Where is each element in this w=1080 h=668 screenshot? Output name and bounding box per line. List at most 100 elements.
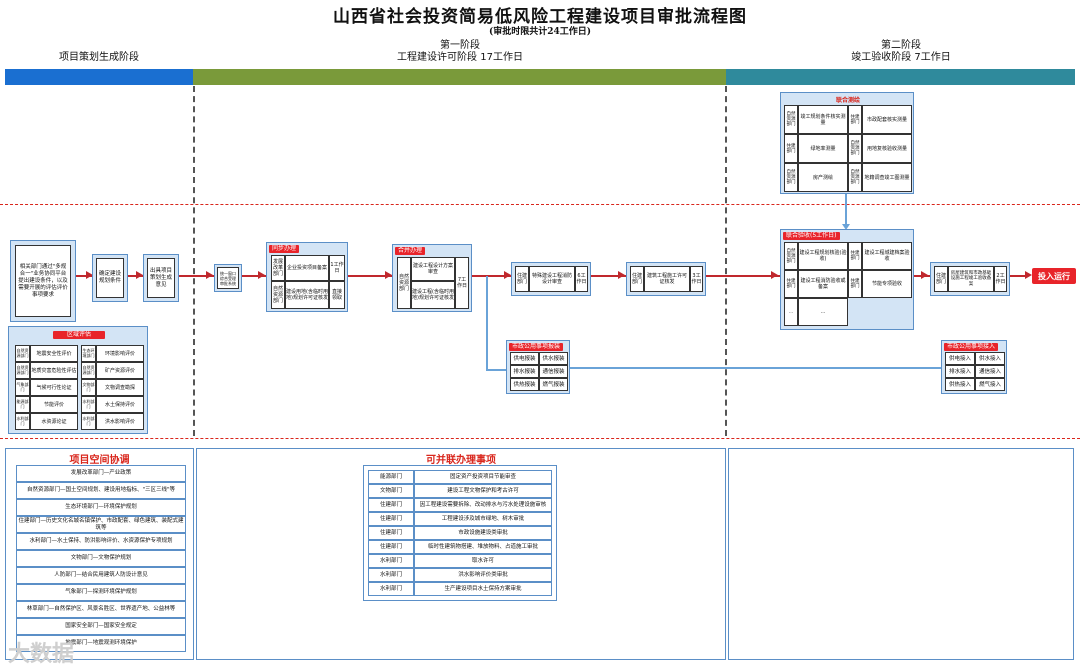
acceptance-dept: 住建部门 — [848, 242, 862, 270]
utilities-link-line — [570, 367, 941, 369]
arrow-head — [258, 271, 265, 279]
parallel-item-row: 能源部门 固定资产投资项目节能审查 — [368, 470, 552, 484]
parallel-item-name: 洪水影响评价类审批 — [414, 568, 552, 582]
parallel-item-dept: 住建部门 — [368, 526, 414, 540]
parallel-item-dept: 住建部门 — [368, 540, 414, 554]
utility-item: 供电接入 — [945, 352, 975, 365]
acceptance-dept: … — [784, 298, 798, 326]
fire-review-dept: 住建部门 — [515, 266, 529, 292]
arrow-head — [504, 271, 511, 279]
regional-dept: 自然资源部门 — [81, 362, 96, 379]
coordination-item: 发展改革部门—产业政策 — [16, 465, 186, 482]
regional-row: 自然资源部门 地质灾害危险性评估 — [15, 362, 78, 379]
merged-handling-box: 合并办理 自然资源部门 建设工程设计方案审查 建设工程(含临时用地)规划许可证核… — [392, 244, 472, 312]
construction-permit-box: 住建部门 建筑工程施工许可证核发 3工作日 — [626, 262, 706, 296]
regional-right-column: 生态环境部门 环境影响评价 自然资源部门 矿产资源评价 文物部门 文物调查勘探 水利部门 水土… — [81, 345, 144, 430]
survey-to-acceptance-line — [845, 194, 847, 226]
utility-item: 供电报装 — [510, 352, 539, 365]
merged-days: 7工作日 — [455, 257, 469, 309]
survey-dept: 住建部门 — [848, 105, 862, 134]
phase1-bar — [193, 69, 726, 85]
sync-row2-days: 直接领取 — [329, 281, 345, 309]
survey-dept: 自然资源部门 — [848, 163, 862, 192]
phase1-stage-label: 第一阶段 — [440, 40, 480, 51]
planning-start-box: 相关部门通过"多规合一"业务协同平台提出建设条件，以及需要开展的评估评价事项要求 — [10, 240, 76, 322]
regional-row: 气象部门 气候可行性论证 — [15, 379, 78, 396]
utility-application-grid: 供电报装 供水报装 排水报装 通信报装 供热报装 燃气报装 — [510, 352, 568, 391]
regional-row: 水利部门 水资源论证 — [15, 413, 78, 430]
fire-review-item: 特殊建设工程消防设计审查 — [529, 266, 575, 292]
parallel-item-row: 水利部门 生产建设项目水土保持方案审批 — [368, 582, 552, 596]
regional-dept: 自然资源部门 — [15, 345, 30, 362]
parallel-item-dept: 能源部门 — [368, 470, 414, 484]
acceptance-row: …… — [784, 298, 912, 326]
acceptance-row: 自然资源部门 建设工程规划核验(验收) 住建部门 建设工程城建档案验收 — [784, 242, 912, 270]
parallel-item-dept: 水利部门 — [368, 582, 414, 596]
permit-dept: 住建部门 — [630, 266, 644, 292]
planning-step1-box: 确定建设规划条件 — [92, 254, 128, 302]
parallel-item-row: 住建部门 临时性建筑物搭建、堆放物料、占道施工审批 — [368, 540, 552, 554]
separator-left — [193, 86, 195, 436]
regional-row: 自然资源部门 地震安全性评价 — [15, 345, 78, 362]
sync-row2-item: 建设用地(含临时用地)规划许可证核发 — [285, 281, 329, 309]
utility-item: 通信报装 — [539, 365, 568, 378]
permit-item: 建筑工程施工许可证核发 — [644, 266, 690, 292]
fire-review-box: 住建部门 特殊建设工程消防设计审查 6工作日 — [511, 262, 591, 296]
survey-item: 房产测绘 — [798, 163, 848, 192]
utility-row: 供电报装 供水报装 — [510, 352, 568, 365]
regional-item: 地质灾害危险性评估 — [30, 362, 78, 379]
regional-item: 文物调查勘探 — [96, 379, 144, 396]
phase-planning-bar — [5, 69, 193, 85]
phase2-stage-label: 第二阶段 — [881, 40, 921, 51]
survey-dept: 自然资源部门 — [848, 134, 862, 163]
acceptance-item: 建设工程城建档案验收 — [862, 242, 912, 270]
fire-review-days: 6工作日 — [575, 266, 588, 292]
arrow-head — [771, 271, 778, 279]
regional-dept: 能源部门 — [15, 396, 30, 413]
regional-row: 水利部门 洪水影响评价 — [81, 413, 144, 430]
phase1-name-label: 工程建设许可阶段 17工作日 — [397, 52, 523, 63]
regional-dept: 生态环境部门 — [81, 345, 96, 362]
parallel-item-dept: 水利部门 — [368, 554, 414, 568]
sync-handling-tag: 同步办理 — [269, 245, 300, 253]
utility-row: 排水报装 通信报装 — [510, 365, 568, 378]
utility-connection-box: 市政公用事项接入 供电接入 供水接入 排水接入 通信接入 供热接入 燃气接入 — [941, 340, 1007, 394]
joint-acceptance-box: 联合验收(5工作日) 自然资源部门 建设工程规划核验(验收) 住建部门 建设工程城建档… — [780, 229, 914, 330]
parallel-item-dept: 水利部门 — [368, 568, 414, 582]
planning-step2-text: 出具项目策划生成意见 — [147, 258, 175, 298]
sync-row2-dept: 自然资源部门 — [271, 281, 285, 309]
regional-item: 矿产资源评价 — [96, 362, 144, 379]
regional-dept: 气象部门 — [15, 379, 30, 396]
parallel-item-name: 取水许可 — [414, 554, 552, 568]
parallel-item-name: 生产建设项目水土保持方案审批 — [414, 582, 552, 596]
acceptance-dept: 住建部门 — [848, 270, 862, 298]
arrow-head — [921, 271, 928, 279]
parallel-item-name: 工程建设涉及城市绿地、树木审批 — [414, 512, 552, 526]
page-subtitle: (审批时限共计24工作日) — [488, 27, 592, 37]
regional-item: 环境影响评价 — [96, 345, 144, 362]
parallel-items-table-wrap: 能源部门 固定资产投资项目节能审查 文物部门 建设工程文物保护和考古许可 住建部门 因工程… — [363, 465, 557, 601]
sync-row1-days: 1工作日 — [329, 255, 345, 281]
parallel-item-dept: 文物部门 — [368, 484, 414, 498]
coordination-item: 国家安全部门—国家安全规定 — [16, 618, 186, 635]
parallel-items-box: 可并联办理事项 能源部门 固定资产投资项目节能审查 文物部门 建设工程文物保护和考古许… — [196, 448, 726, 660]
coordination-item: 文物部门—文物保护规划 — [16, 550, 186, 567]
joint-survey-box: 联合测绘 自然资源部门 竣工规划条件核实测量 住建部门 市政配套核实测量 住建部门 绿地率… — [780, 92, 914, 194]
utility-row: 供热报装 燃气报装 — [510, 378, 568, 391]
parallel-item-dept: 住建部门 — [368, 498, 414, 512]
merged-handling-tag: 合并办理 — [395, 247, 426, 255]
regional-row: 文物部门 文物调查勘探 — [81, 379, 144, 396]
utility-row: 排水接入 通信接入 — [945, 365, 1005, 378]
sync-row1-item: 企业投资项目备案 — [285, 255, 329, 281]
arrow-head — [385, 271, 392, 279]
survey-item: 绿地率测量 — [798, 134, 848, 163]
coordination-item: 自然资源部门—国土空间规划、建设用地指标、"三区三线"等 — [16, 482, 186, 499]
phase2-name-label: 竣工验收阶段 7工作日 — [851, 52, 951, 63]
joint-acceptance-grid: 自然资源部门 建设工程规划核验(验收) 住建部门 建设工程城建档案验收 住建部门 建设工程… — [784, 242, 912, 326]
empty-phase2-box — [728, 448, 1074, 660]
planning-step1-text: 确定建设规划条件 — [96, 258, 124, 298]
utility-item: 供热报装 — [510, 378, 539, 391]
coordination-item: 气象部门—探测环境保护规划 — [16, 584, 186, 601]
joint-survey-tag: 联合测绘 — [835, 97, 860, 104]
utility-item: 排水报装 — [510, 365, 539, 378]
